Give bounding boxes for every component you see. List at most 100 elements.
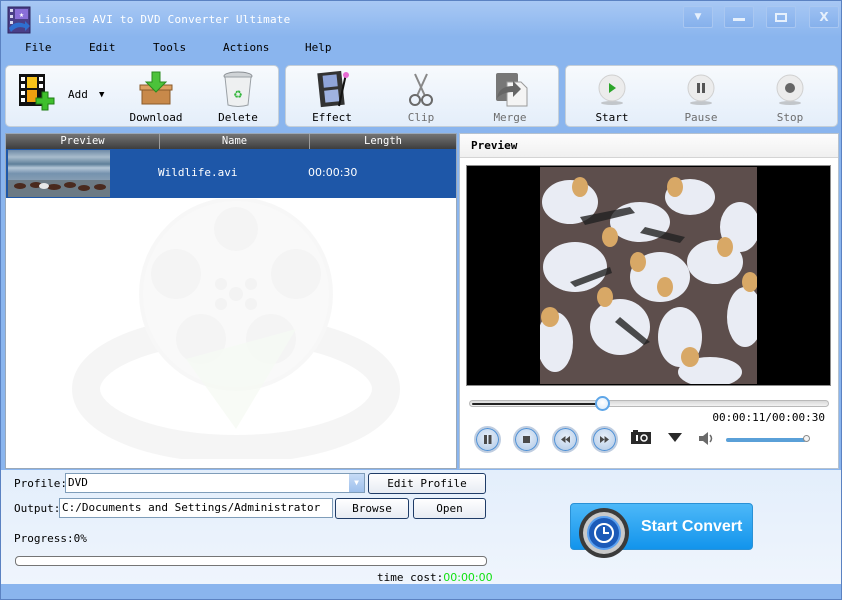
browse-button[interactable]: Browse xyxy=(335,498,409,519)
add-button[interactable]: Add ▼ xyxy=(10,66,116,126)
clip-button[interactable]: Clip xyxy=(391,66,451,126)
play-icon xyxy=(598,74,626,105)
snapshot-camera-icon[interactable] xyxy=(631,430,651,444)
file-name: Wildlife.avi xyxy=(158,166,238,179)
download-box-icon xyxy=(139,71,173,105)
progress-label-text: Progress: xyxy=(14,532,74,545)
video-frame xyxy=(540,167,757,384)
edit-profile-button[interactable]: Edit Profile xyxy=(368,473,486,494)
stop-icon xyxy=(523,436,530,443)
volume-handle[interactable] xyxy=(803,435,810,442)
stop-icon xyxy=(776,74,804,105)
time-cost-value: 00:00:00 xyxy=(443,571,493,584)
rewind-icon xyxy=(561,436,570,443)
maximize-icon xyxy=(775,12,787,22)
convert-clock-icon xyxy=(579,508,629,558)
title-bar: ★ Lionsea AVI to DVD Converter Ultimate … xyxy=(1,1,841,37)
svg-text:♻: ♻ xyxy=(234,86,243,102)
app-logo-icon: ★ xyxy=(7,6,31,34)
column-length[interactable]: Length xyxy=(310,134,456,149)
minimize-icon xyxy=(733,18,745,21)
merge-button[interactable]: Merge xyxy=(480,66,540,126)
column-preview[interactable]: Preview xyxy=(6,134,160,149)
fast-forward-icon xyxy=(600,436,609,443)
profile-label: Profile: xyxy=(14,477,67,490)
effect-button[interactable]: Effect xyxy=(302,66,362,126)
toolbar-file-group: Add ▼ Download ♻ Delete xyxy=(5,65,279,127)
file-list-header: Preview Name Length xyxy=(6,134,456,149)
effect-label: Effect xyxy=(312,111,352,124)
time-cost: time cost:00:00:00 xyxy=(377,571,493,584)
file-thumbnail xyxy=(8,150,110,197)
file-list[interactable]: Preview Name Length Wildlife.avi 00:00:3… xyxy=(5,133,457,469)
time-cost-label: time cost: xyxy=(377,571,444,584)
start-convert-button[interactable]: Start Convert xyxy=(570,503,753,558)
playback-time: 00:00:11/00:00:30 xyxy=(712,411,825,424)
scissors-icon xyxy=(409,73,433,106)
toolbar-edit-group: Effect Clip Merge xyxy=(285,65,559,127)
output-label: Output: xyxy=(14,502,61,515)
open-folder-button[interactable]: Open xyxy=(413,498,486,519)
add-label: Add xyxy=(68,88,88,101)
download-button[interactable]: Download xyxy=(126,66,186,126)
delete-button[interactable]: ♻ Delete xyxy=(208,66,268,126)
film-add-icon xyxy=(19,74,55,111)
conversion-progress-bar xyxy=(15,556,487,566)
fast-forward-button[interactable] xyxy=(591,426,618,453)
pause-label: Pause xyxy=(684,111,718,124)
snapshot-dropdown-icon[interactable] xyxy=(668,433,682,442)
output-path-value: C:/Documents and Settings/Administrator xyxy=(62,501,321,514)
pause-icon xyxy=(484,435,492,444)
window-title: Lionsea AVI to DVD Converter Ultimate xyxy=(38,13,291,26)
menu-tools[interactable]: Tools xyxy=(153,41,186,54)
volume-slider[interactable] xyxy=(726,435,810,442)
pause-icon xyxy=(687,74,715,105)
profile-select[interactable]: DVD ▼ xyxy=(65,473,365,493)
stop-button[interactable]: Stop xyxy=(760,66,820,126)
start-label: Start xyxy=(595,111,629,124)
menu-help[interactable]: Help xyxy=(305,41,332,54)
profile-value: DVD xyxy=(68,476,88,489)
video-player[interactable] xyxy=(466,165,831,386)
profile-dropdown-arrow-icon[interactable]: ▼ xyxy=(349,474,364,492)
toolbar-convert-group: Start Pause Stop xyxy=(565,65,838,127)
caret-down-icon: ▼ xyxy=(694,12,702,22)
film-reel-watermark-icon xyxy=(72,199,400,459)
pause-button[interactable]: Pause xyxy=(671,66,731,126)
file-row[interactable]: Wildlife.avi 00:00:30 xyxy=(6,149,456,198)
seek-slider[interactable] xyxy=(469,396,829,411)
column-name[interactable]: Name xyxy=(160,134,310,149)
preview-panel: Preview 00:00:11/00:00:30 xyxy=(459,133,839,469)
seek-handle[interactable] xyxy=(594,396,610,411)
svg-text:★: ★ xyxy=(19,10,24,19)
progress-label: Progress:0% xyxy=(14,532,87,545)
progress-percent: 0% xyxy=(73,532,87,545)
volume-icon[interactable] xyxy=(698,431,716,446)
merge-icon xyxy=(496,73,528,107)
menu-actions[interactable]: Actions xyxy=(223,41,269,54)
download-label: Download xyxy=(129,111,183,124)
player-stop-button[interactable] xyxy=(513,426,540,453)
merge-label: Merge xyxy=(493,111,527,124)
delete-label: Delete xyxy=(218,111,258,124)
recycle-bin-icon: ♻ xyxy=(223,71,253,107)
rewind-button[interactable] xyxy=(552,426,579,453)
status-bar xyxy=(1,584,841,599)
maximize-button[interactable] xyxy=(766,6,796,28)
seek-progress xyxy=(472,403,602,405)
minimize-button[interactable] xyxy=(724,6,754,28)
skin-menu-button[interactable]: ▼ xyxy=(683,6,713,28)
app-window: ★ Lionsea AVI to DVD Converter Ultimate … xyxy=(0,0,842,600)
menu-edit[interactable]: Edit xyxy=(89,41,116,54)
clip-label: Clip xyxy=(407,111,435,124)
close-icon: X xyxy=(819,10,829,24)
start-button[interactable]: Start xyxy=(582,66,642,126)
preview-title: Preview xyxy=(460,134,838,158)
add-dropdown-arrow-icon[interactable]: ▼ xyxy=(99,90,104,100)
close-button[interactable]: X xyxy=(809,6,839,28)
player-pause-button[interactable] xyxy=(474,426,501,453)
menu-file[interactable]: File xyxy=(25,41,52,54)
output-path-input[interactable]: C:/Documents and Settings/Administrator xyxy=(59,498,333,518)
file-length: 00:00:30 xyxy=(308,166,358,179)
menu-bar: File Edit Tools Actions Help xyxy=(1,37,841,61)
